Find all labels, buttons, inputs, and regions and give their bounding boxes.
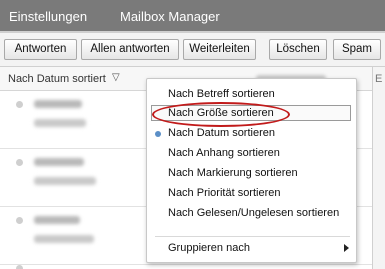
submenu-arrow-icon [344, 244, 349, 252]
delete-button[interactable]: Löschen [269, 39, 327, 60]
sender-blurred [34, 216, 80, 224]
menu-tab-mailbox-manager[interactable]: Mailbox Manager [120, 9, 220, 24]
subject-blurred [34, 119, 86, 127]
sort-filter-icon[interactable]: ▽ [112, 72, 120, 83]
unread-dot-icon [16, 265, 23, 269]
highlight-oval-annotation [152, 102, 290, 127]
menu-item-sort-read-unread[interactable]: Nach Gelesen/Ungelesen sortieren [168, 207, 339, 219]
reading-pane-label: E [375, 73, 383, 85]
menu-item-sort-date[interactable]: Nach Datum sortieren [168, 127, 275, 139]
mail-toolbar: Antworten Allen antworten Weiterleiten L… [0, 33, 385, 67]
reading-pane-edge: E [372, 67, 385, 269]
selected-bullet-icon [155, 131, 161, 137]
unread-dot-icon [16, 159, 23, 166]
sort-dropdown-label[interactable]: Nach Datum sortiert [8, 73, 106, 85]
spam-button[interactable]: Spam [333, 39, 381, 60]
list-item[interactable] [0, 265, 372, 269]
menu-item-sort-attachment[interactable]: Nach Anhang sortieren [168, 147, 280, 159]
menu-separator [155, 236, 350, 237]
menu-item-group-by[interactable]: Gruppieren nach [168, 242, 250, 254]
menu-tab-einstellungen[interactable]: Einstellungen [9, 9, 87, 24]
sender-blurred [34, 100, 82, 108]
reply-all-button[interactable]: Allen antworten [81, 39, 179, 60]
menu-item-sort-subject[interactable]: Nach Betreff sortieren [168, 88, 275, 100]
sender-blurred [34, 158, 84, 166]
subject-blurred [34, 235, 94, 243]
menu-item-sort-flag[interactable]: Nach Markierung sortieren [168, 167, 298, 179]
unread-dot-icon [16, 101, 23, 108]
unread-dot-icon [16, 217, 23, 224]
menu-item-sort-priority[interactable]: Nach Priorität sortieren [168, 187, 281, 199]
forward-button[interactable]: Weiterleiten [183, 39, 256, 60]
reply-button[interactable]: Antworten [4, 39, 77, 60]
subject-blurred [34, 177, 96, 185]
top-menubar: Einstellungen Mailbox Manager [0, 0, 385, 33]
